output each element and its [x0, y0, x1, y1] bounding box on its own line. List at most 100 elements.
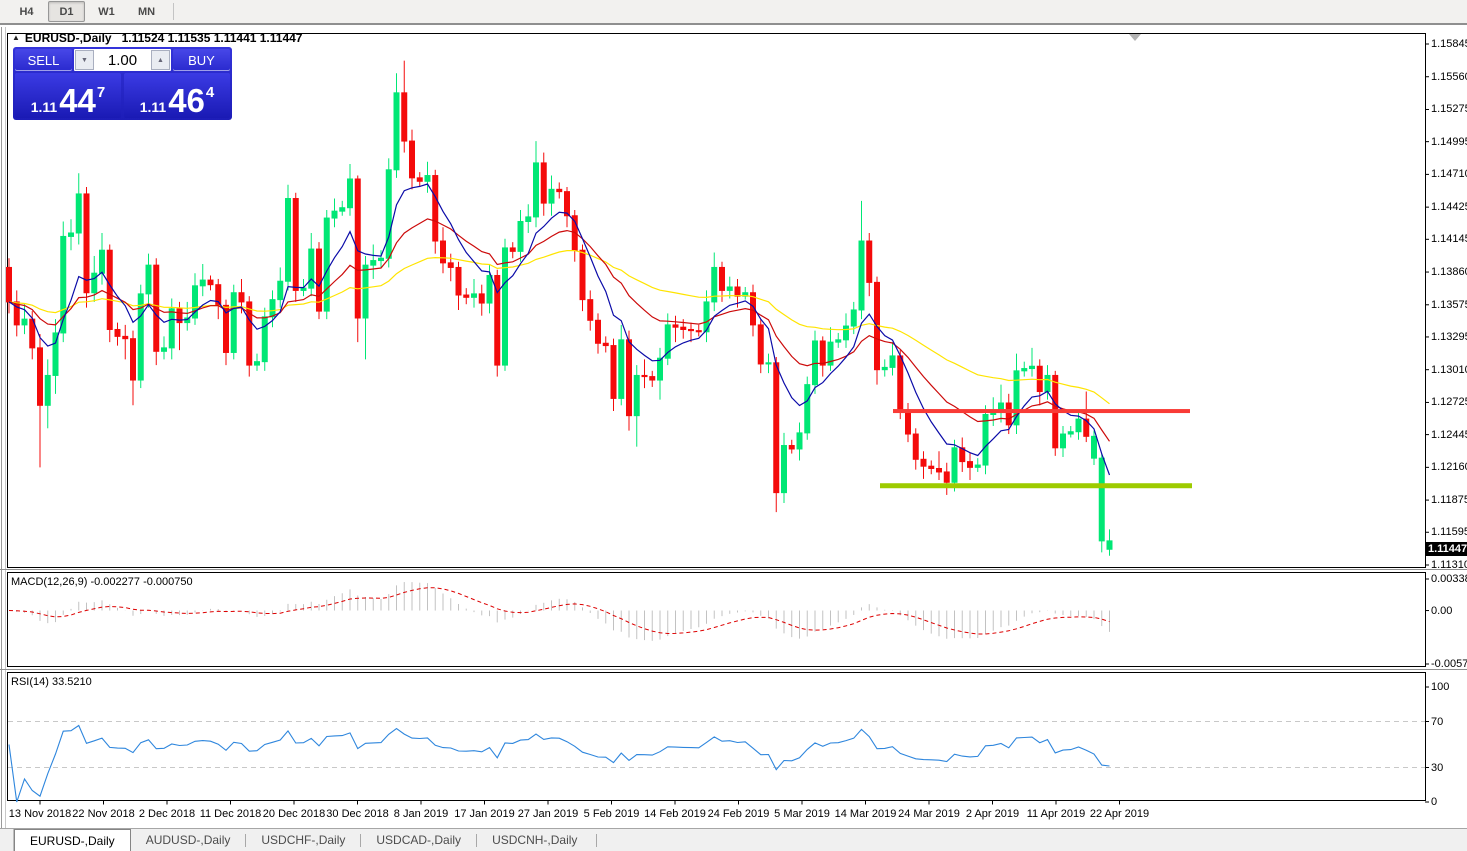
timeframe-button-w1[interactable]: W1	[88, 1, 125, 22]
macd-pane-border	[7, 572, 1426, 667]
candle-body	[943, 471, 950, 483]
candle-body	[587, 299, 594, 321]
timeframe-button-h4[interactable]: H4	[8, 1, 45, 22]
chart-title: ▲ EURUSD-,Daily 1.11524 1.11535 1.11441 1.…	[12, 31, 302, 45]
candle-body	[633, 374, 640, 417]
candle-body	[347, 178, 353, 209]
volume-input[interactable]: 1.00	[94, 50, 151, 70]
support-line[interactable]	[880, 483, 1192, 489]
candle-body	[354, 178, 361, 319]
price-axis-label: 1.12725	[1431, 396, 1467, 409]
candle-body	[788, 445, 795, 450]
candle-body	[850, 309, 857, 327]
candle-body	[1060, 433, 1066, 449]
price-axis-label: 1.15275	[1431, 103, 1467, 116]
candle-body	[765, 362, 772, 365]
candle-body	[688, 328, 694, 332]
candle-body	[455, 266, 462, 296]
candle-body	[370, 260, 377, 266]
candle-body	[378, 257, 384, 262]
timeframe-button-mn[interactable]: MN	[128, 1, 165, 22]
volume-decrease-icon[interactable]: ▼	[75, 50, 94, 70]
candle-body	[1091, 435, 1097, 459]
candle-body	[339, 207, 346, 212]
date-axis-label: 2 Dec 2018	[138, 808, 196, 820]
date-axis-label: 22 Nov 2018	[72, 808, 135, 820]
candle-body	[889, 355, 896, 368]
price-axis-label: 1.11875	[1431, 494, 1467, 507]
timeframe-button-d1[interactable]: D1	[48, 1, 85, 22]
price-axis-label: 1.13010	[1431, 363, 1467, 376]
candle-body	[44, 374, 51, 406]
candle-body	[657, 357, 663, 381]
candle-body	[261, 316, 268, 363]
tab-audusd-daily[interactable]: AUDUSD-,Daily	[131, 829, 246, 851]
macd-axis-label: 0.003386	[1431, 573, 1467, 585]
candle-body	[734, 286, 741, 297]
tab-separator	[596, 833, 598, 847]
candle-body	[161, 347, 167, 352]
candle-body	[300, 287, 307, 291]
date-axis-label: 14 Mar 2019	[834, 808, 897, 820]
candle-body	[1029, 365, 1035, 370]
candle-body	[618, 339, 625, 399]
tab-eurusd-daily[interactable]: EURUSD-,Daily	[14, 829, 131, 851]
candle-body	[982, 414, 989, 466]
trading-platform-window: H4 D1 W1 MN ▲ EURUSD-,Daily 1.11524 1.11535 1…	[0, 0, 1467, 851]
buy-quote-button[interactable]: 1.11 46 4	[124, 73, 230, 118]
candle-body	[385, 169, 392, 259]
price-axis-label: 1.13860	[1431, 266, 1467, 279]
chart-shift-icon[interactable]	[1129, 34, 1141, 41]
sell-price-prefix: 1.11	[30, 99, 58, 115]
candle-body	[672, 324, 679, 328]
candle-body	[564, 191, 570, 217]
candle-body	[548, 188, 555, 204]
candle-body	[393, 92, 400, 171]
price-axis-label: 1.14710	[1431, 168, 1467, 181]
candle-body	[91, 272, 98, 294]
candle-body	[1067, 431, 1074, 435]
candle-body	[695, 330, 702, 333]
date-axis-label: 11 Apr 2019	[1026, 808, 1086, 820]
tab-usdchf-daily[interactable]: USDCHF-,Daily	[246, 829, 360, 851]
one-click-trade-panel: SELL ▼ 1.00 ▲ BUY 1.11 44 7 1.11 46 4	[13, 47, 232, 120]
sell-price-pip: 7	[96, 84, 106, 101]
current-price-tag: 1.11447	[1426, 542, 1467, 557]
candle-body	[595, 319, 601, 344]
candle-body	[920, 458, 927, 467]
volume-increase-icon[interactable]: ▲	[151, 50, 170, 70]
date-axis-label: 27 Jan 2019	[517, 808, 579, 820]
candle-body	[478, 293, 485, 304]
candle-body	[308, 248, 315, 289]
candle-body	[905, 409, 911, 435]
tabbar-spacer	[0, 829, 14, 851]
candle-body	[269, 299, 276, 318]
rsi-line	[8, 724, 1110, 803]
collapse-triangle-icon[interactable]: ▲	[12, 33, 20, 42]
price-axis-label: 1.12445	[1431, 428, 1467, 441]
rsi-axis-label: 100	[1431, 681, 1450, 693]
candle-body	[463, 294, 470, 298]
price-axis-label: 1.13575	[1431, 298, 1467, 311]
tab-usdcnh-daily[interactable]: USDCNH-,Daily	[477, 829, 592, 851]
sell-button[interactable]: SELL	[15, 49, 72, 71]
date-axis-label: 5 Mar 2019	[774, 808, 830, 820]
candle-body	[199, 279, 206, 287]
buy-price-main: 46	[168, 81, 205, 119]
candle-body	[897, 355, 904, 411]
candle-body	[292, 198, 299, 291]
candle-body	[1106, 540, 1113, 550]
sell-quote-button[interactable]: 1.11 44 7	[15, 73, 121, 118]
resistance-line[interactable]	[893, 409, 1190, 414]
candle-body	[951, 447, 958, 483]
candle-body	[1044, 374, 1051, 393]
candle-body	[912, 433, 919, 460]
date-axis-label: 5 Feb 2019	[583, 808, 640, 820]
candle-body	[254, 361, 260, 366]
rsi-axis-label: 70	[1431, 715, 1444, 728]
buy-button[interactable]: BUY	[173, 49, 230, 71]
candle-body	[835, 339, 842, 343]
price-chart[interactable]	[0, 27, 1467, 851]
tab-usdcad-daily[interactable]: USDCAD-,Daily	[361, 829, 476, 851]
candle-body	[145, 264, 152, 295]
